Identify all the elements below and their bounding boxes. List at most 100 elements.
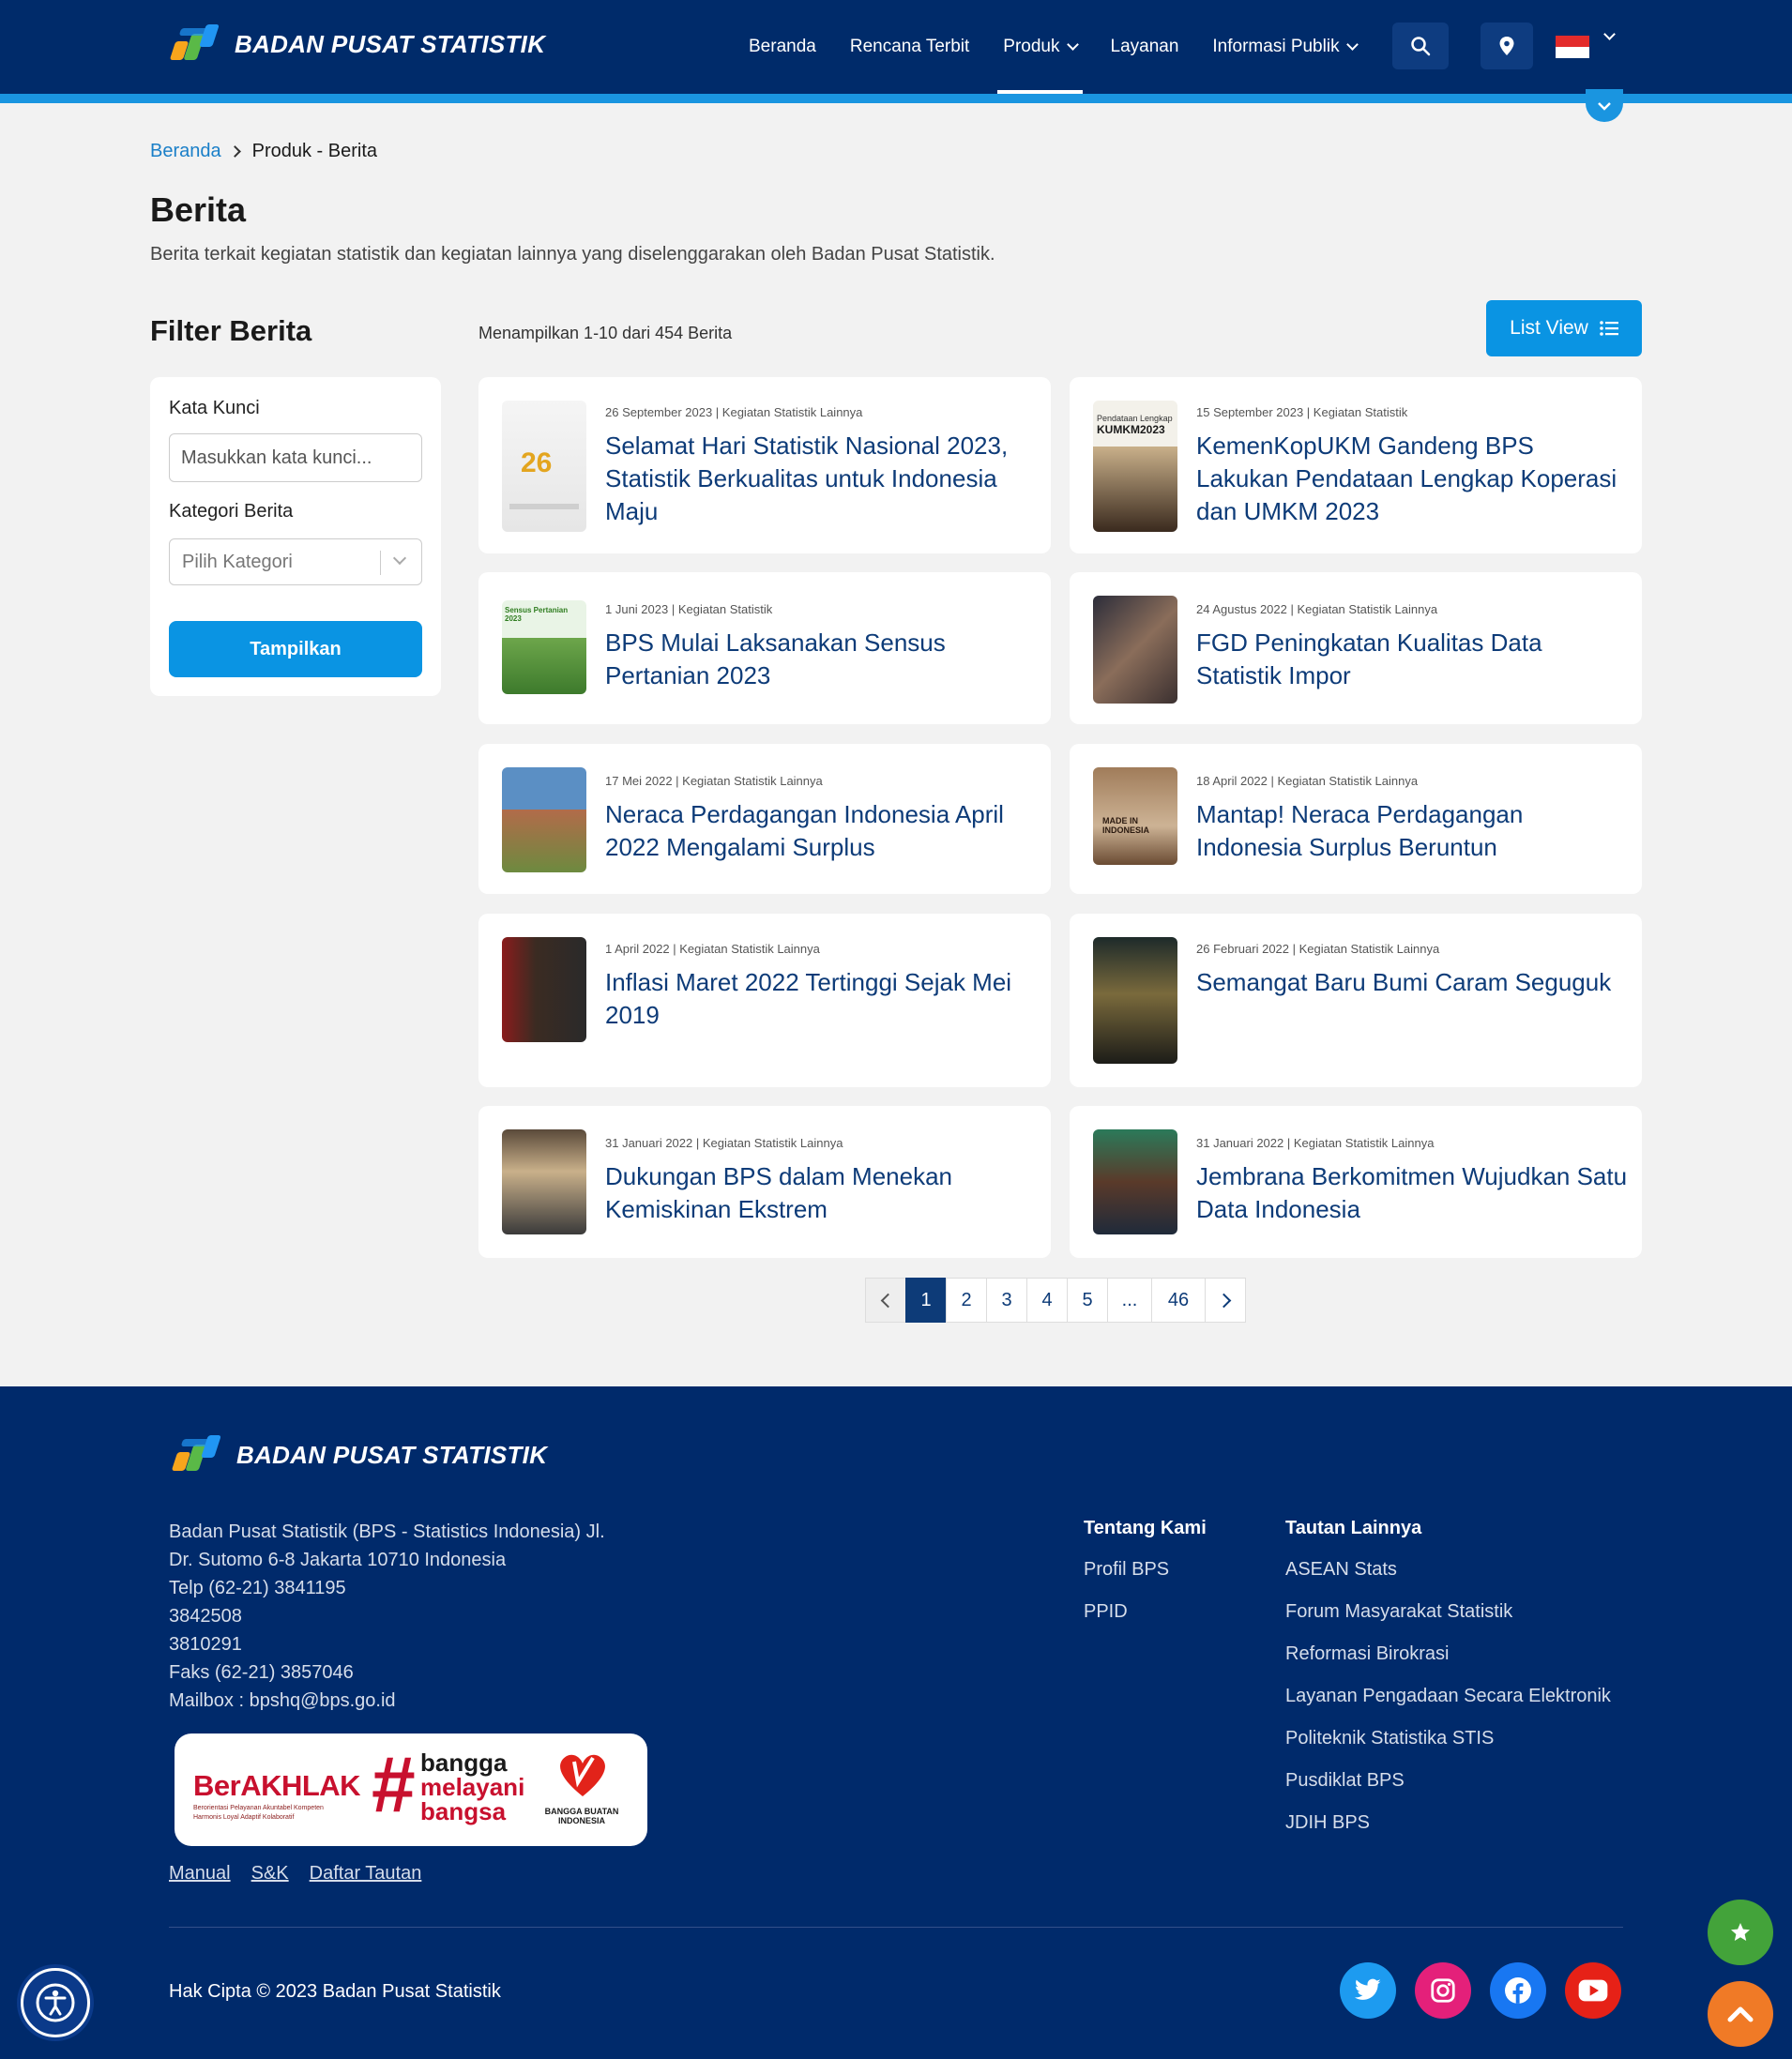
news-card[interactable]: 31 Januari 2022 | Kegiatan Statistik Lai… [1070,1106,1642,1258]
site-header: BADAN PUSAT STATISTIK Beranda Rencana Te… [0,0,1792,94]
twitter-button[interactable] [1340,1962,1396,2019]
footer-link[interactable]: Pusdiklat BPS [1285,1770,1405,1792]
instagram-button[interactable] [1415,1962,1471,2019]
page-button[interactable]: 4 [1026,1278,1068,1323]
chevron-left-icon [880,1293,895,1308]
address-line[interactable]: Mailbox : bpshq@bps.go.id [169,1687,605,1715]
page-button[interactable]: 1 [905,1278,947,1323]
rating-button[interactable] [1708,1900,1773,1965]
news-thumbnail: Pendataan Lengkap KUMKM2023 [1093,401,1177,532]
page-button[interactable]: 5 [1067,1278,1108,1323]
nav-label: Beranda [749,37,816,56]
search-icon [1411,37,1431,56]
footer-link[interactable]: Layanan Pengadaan Secara Elektronik [1285,1686,1611,1707]
header-accent-bar [0,94,1792,103]
address-line: Telp (62-21) 3841195 [169,1578,346,1598]
location-button[interactable] [1481,23,1533,69]
category-select[interactable]: Pilih Kategori [169,538,422,585]
indonesia-flag-icon[interactable] [1556,36,1589,58]
bbi-line: BANGGA BUATAN [544,1807,619,1816]
expand-header-button[interactable] [1586,89,1623,122]
news-card[interactable]: 17 Mei 2022 | Kegiatan Statistik Lainnya… [478,744,1051,894]
nav-informasi-publik[interactable]: Informasi Publik [1195,0,1373,94]
terms-link[interactable]: S&K [251,1863,289,1885]
list-view-label: List View [1510,317,1588,339]
news-title[interactable]: BPS Mulai Laksanakan Sensus Pertanian 20… [605,627,1037,692]
footer-link[interactable]: ASEAN Stats [1285,1559,1397,1581]
news-meta: 17 Mei 2022 | Kegiatan Statistik Lainnya [605,774,823,788]
nav-layanan[interactable]: Layanan [1094,0,1196,94]
footer-link[interactable]: Forum Masyarakat Statistik [1285,1601,1512,1623]
map-pin-icon [1499,37,1514,55]
manual-link[interactable]: Manual [169,1863,231,1885]
prev-page-button[interactable] [865,1278,906,1323]
news-card[interactable]: 26 Februari 2022 | Kegiatan Statistik La… [1070,914,1642,1087]
category-placeholder: Pilih Kategori [182,552,293,572]
about-title: Tentang Kami [1084,1518,1207,1538]
result-count: Menampilkan 1-10 dari 454 Berita [478,324,733,342]
page-description: Berita terkait kegiatan statistik dan ke… [150,244,995,265]
nav-rencana-terbit[interactable]: Rencana Terbit [833,0,986,94]
news-card[interactable]: Sensus Pertanian 2023 1 Juni 2023 | Kegi… [478,572,1051,724]
address-line: Dr. Sutomo 6-8 Jakarta 10710 Indonesia [169,1550,507,1570]
news-title[interactable]: Neraca Perdagangan Indonesia April 2022 … [605,798,1037,864]
nav-label: Layanan [1110,37,1179,56]
news-card[interactable]: Pendataan Lengkap KUMKM2023 15 September… [1070,377,1642,553]
search-button[interactable] [1392,23,1449,69]
keyword-input[interactable] [169,433,422,482]
berakhlak-subtext: Harmonis Loyal Adaptif Kolaboratif [193,1814,295,1821]
news-title[interactable]: FGD Peningkatan Kualitas Data Statistik … [1196,627,1628,692]
news-title[interactable]: Dukungan BPS dalam Menekan Kemiskinan Ek… [605,1160,1037,1226]
news-title[interactable]: Mantap! Neraca Perdagangan Indonesia Sur… [1196,798,1628,864]
footer-link[interactable]: JDIH BPS [1285,1812,1370,1834]
accessibility-icon [36,1983,75,2022]
nav-label: Rencana Terbit [849,37,970,56]
news-card[interactable]: 31 Januari 2022 | Kegiatan Statistik Lai… [478,1106,1051,1258]
news-card[interactable]: 1 April 2022 | Kegiatan Statistik Lainny… [478,914,1051,1087]
news-meta: 1 Juni 2023 | Kegiatan Statistik [605,602,773,616]
bps-logo[interactable]: BADAN PUSAT STATISTIK [167,21,545,68]
footer-link[interactable]: PPID [1084,1601,1128,1623]
news-title[interactable]: Inflasi Maret 2022 Tertinggi Sejak Mei 2… [605,966,1037,1032]
breadcrumb-home-link[interactable]: Beranda [150,141,221,162]
news-title[interactable]: Selamat Hari Statistik Nasional 2023, St… [605,430,1037,528]
footer-link[interactable]: Profil BPS [1084,1559,1169,1581]
language-chevron-icon[interactable] [1603,28,1616,40]
news-card[interactable]: 26 26 September 2023 | Kegiatan Statisti… [478,377,1051,553]
youtube-button[interactable] [1565,1962,1621,2019]
footer-logo[interactable]: BADAN PUSAT STATISTIK [169,1431,547,1478]
chevron-down-icon [1345,38,1359,51]
nav-beranda[interactable]: Beranda [732,0,833,94]
bps-logo-icon [169,1431,227,1478]
main-nav: Beranda Rencana Terbit Produk Layanan In… [732,0,1374,94]
list-view-button[interactable]: List View [1486,300,1642,356]
page-button[interactable]: 3 [986,1278,1027,1323]
accessibility-button[interactable] [21,1968,90,2037]
link-list-link[interactable]: Daftar Tautan [310,1863,422,1885]
news-card[interactable]: MADE IN INDONESIA 18 April 2022 | Kegiat… [1070,744,1642,894]
scroll-to-top-button[interactable] [1708,1981,1773,2047]
footer-link[interactable]: Reformasi Birokrasi [1285,1643,1449,1665]
news-thumbnail [502,1129,586,1234]
page-button[interactable]: 46 [1151,1278,1206,1323]
keyword-label: Kata Kunci [169,398,260,418]
news-title[interactable]: KemenKopUKM Gandeng BPS Lakukan Pendataa… [1196,430,1628,528]
news-title[interactable]: Semangat Baru Bumi Caram Seguguk [1196,966,1628,999]
copyright: Hak Cipta © 2023 Badan Pusat Statistik [169,1981,501,2002]
show-button[interactable]: Tampilkan [169,621,422,677]
list-icon [1600,321,1618,336]
next-page-button[interactable] [1205,1278,1246,1323]
address-line: 3810291 [169,1634,242,1655]
hash-symbol: # [372,1740,416,1828]
footer-link[interactable]: Politeknik Statistika STIS [1285,1728,1494,1749]
news-meta: 26 Februari 2022 | Kegiatan Statistik La… [1196,942,1440,956]
news-title[interactable]: Jembrana Berkomitmen Wujudkan Satu Data … [1196,1160,1628,1226]
chevron-down-icon [1066,38,1079,51]
news-meta: 1 April 2022 | Kegiatan Statistik Lainny… [605,942,820,956]
nav-produk[interactable]: Produk [986,0,1093,94]
news-card[interactable]: 24 Agustus 2022 | Kegiatan Statistik Lai… [1070,572,1642,724]
page-button[interactable]: 2 [946,1278,987,1323]
footer-divider [169,1927,1623,1928]
thumb-caption: MADE IN INDONESIA [1102,816,1150,835]
facebook-button[interactable] [1490,1962,1546,2019]
